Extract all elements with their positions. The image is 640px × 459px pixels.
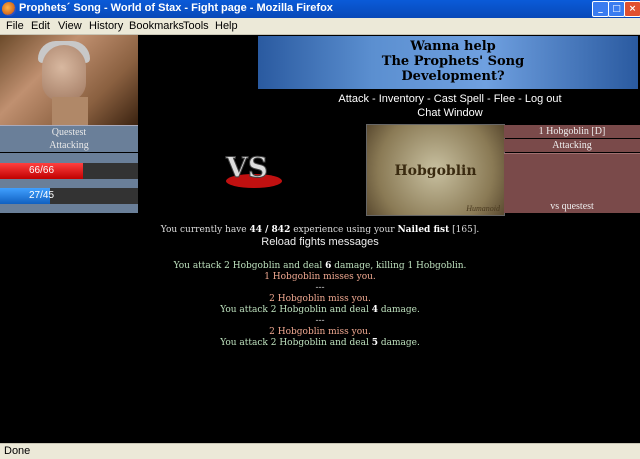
- ad-banner[interactable]: Wanna help The Prophets' Song Developmen…: [258, 36, 638, 89]
- info-middle: experience using your: [293, 225, 395, 235]
- banner-line-1: Wanna help: [410, 39, 496, 54]
- menu-history[interactable]: History: [89, 20, 123, 32]
- info-suffix: [165].: [452, 225, 480, 235]
- banner-text: Wanna help The Prophets' Song Developmen…: [348, 39, 558, 84]
- info-xp: 44 / 842: [249, 225, 291, 235]
- menu-tools[interactable]: Tools: [183, 20, 209, 32]
- message-text: You attack 2 Hobgoblin and deal: [220, 338, 372, 348]
- enemy-portrait-name: Hobgoblin: [394, 163, 477, 179]
- banner-line-2: The Prophets' Song: [381, 54, 525, 69]
- info-prefix: You currently have: [160, 225, 247, 235]
- vs-emblem: VS: [225, 151, 282, 188]
- fight-message: You attack 2 Hobgoblin and deal 5 damage…: [0, 338, 640, 349]
- maximize-button[interactable]: □: [608, 1, 625, 17]
- fight-message: 1 Hobgoblin misses you.: [264, 272, 376, 282]
- menu-bar: File Edit View History Bookmarks Tools H…: [0, 18, 640, 35]
- enemy-type: Humanoid: [466, 204, 500, 213]
- fight-message: 2 Hobgoblin miss you.: [269, 327, 371, 337]
- reload-messages-link[interactable]: Reload fights messages: [0, 236, 640, 248]
- fight-messages: You attack 2 Hobgoblin and deal 6 damage…: [0, 261, 640, 349]
- player-hp-bar: 66/66: [0, 163, 138, 179]
- close-button[interactable]: ×: [624, 1, 640, 17]
- player-name: Questest: [0, 125, 138, 139]
- status-bar: Done: [0, 443, 640, 459]
- status-text: Done: [4, 445, 31, 457]
- window-title: Prophets´ Song - World of Stax - Fight p…: [19, 2, 333, 14]
- menu-file[interactable]: File: [6, 20, 24, 32]
- action-links: Attack - Inventory - Cast Spell - Flee -…: [338, 93, 562, 105]
- hp-text: 66/66: [28, 165, 55, 176]
- page-content: Questest Attacking 66/66 27/45 VS Wanna …: [0, 35, 640, 443]
- enemy-state: Attacking: [504, 139, 640, 152]
- message-text: damage.: [377, 305, 420, 315]
- avatar-neck: [52, 97, 88, 125]
- enemy-portrait: Hobgoblin Humanoid: [366, 124, 505, 216]
- fight-message: ---: [315, 283, 325, 293]
- menu-edit[interactable]: Edit: [31, 20, 50, 32]
- player-state: Attacking: [0, 139, 138, 152]
- fight-message: ---: [315, 316, 325, 326]
- player-divider-2: [0, 179, 138, 188]
- player-divider: [0, 153, 138, 163]
- fight-message: You attack 2 Hobgoblin and deal 4 damage…: [0, 305, 640, 316]
- info-weapon: Nailed fist: [397, 225, 450, 235]
- menu-bookmarks[interactable]: Bookmarks: [129, 20, 184, 32]
- inventory-link[interactable]: Inventory: [379, 93, 424, 105]
- menu-view[interactable]: View: [58, 20, 82, 32]
- message-text: You attack 2 Hobgoblin and deal: [220, 305, 372, 315]
- fight-message: You attack 2 Hobgoblin and deal 6 damage…: [0, 261, 640, 272]
- fight-message: 2 Hobgoblin miss you.: [269, 294, 371, 304]
- enemy-target: vs questest: [504, 200, 640, 213]
- avatar-face: [42, 45, 86, 101]
- player-avatar: [0, 35, 138, 125]
- banner-line-3: Development?: [401, 69, 505, 84]
- experience-info: You currently have 44 / 842 experience u…: [0, 225, 640, 235]
- title-bar: Prophets´ Song - World of Stax - Fight p…: [0, 0, 640, 18]
- attack-link[interactable]: Attack: [338, 93, 369, 105]
- enemy-name[interactable]: 1 Hobgoblin [D]: [504, 125, 640, 138]
- menu-help[interactable]: Help: [215, 20, 238, 32]
- chat-window-link[interactable]: Chat Window: [258, 107, 640, 119]
- minimize-button[interactable]: _: [592, 1, 609, 17]
- message-text: damage.: [377, 338, 420, 348]
- player-mp-bar: 27/45: [0, 188, 138, 204]
- flee-link[interactable]: Flee: [494, 93, 515, 105]
- message-text: damage, killing 1 Hobgoblin.: [331, 261, 467, 271]
- mp-text: 27/45: [28, 190, 55, 201]
- vs-text: VS: [225, 151, 268, 184]
- cast-spell-link[interactable]: Cast Spell: [434, 93, 484, 105]
- logout-link[interactable]: Log out: [525, 93, 562, 105]
- enemy-info-box: [504, 153, 640, 200]
- firefox-icon: [2, 2, 16, 16]
- message-text: You attack 2 Hobgoblin and deal: [173, 261, 326, 271]
- player-divider-3: [0, 204, 138, 213]
